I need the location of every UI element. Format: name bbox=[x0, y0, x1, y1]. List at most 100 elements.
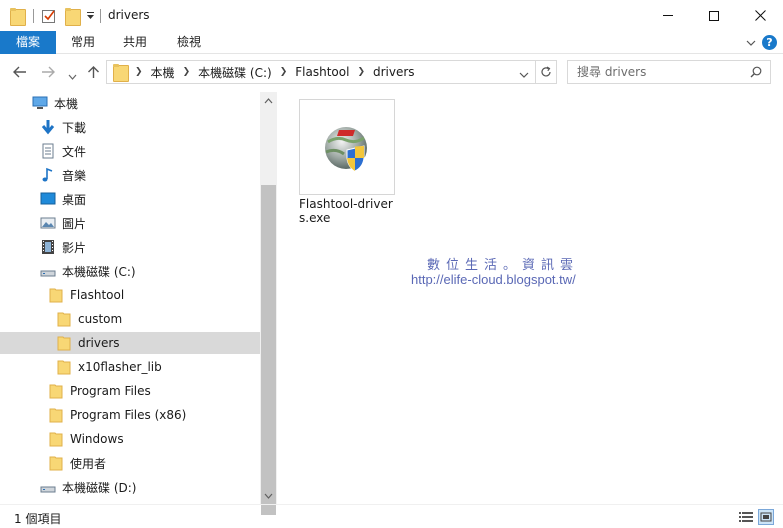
folder-icon bbox=[56, 335, 72, 351]
sidebar-item-label: drivers bbox=[78, 336, 120, 350]
sidebar-item[interactable]: Flashtool bbox=[0, 284, 260, 306]
folder-icon bbox=[113, 64, 129, 82]
tab-view[interactable]: 檢視 bbox=[164, 31, 214, 54]
breadcrumb-flashtool[interactable]: Flashtool bbox=[295, 65, 349, 79]
sidebar-item[interactable]: 本機 bbox=[0, 92, 260, 114]
sidebar-item[interactable]: 本機磁碟 (D:) bbox=[0, 476, 260, 498]
details-view-button[interactable] bbox=[738, 509, 754, 525]
file-name[interactable]: Flashtool-drivers.exe bbox=[299, 197, 395, 225]
divider bbox=[33, 9, 34, 23]
sidebar-item[interactable]: 圖片 bbox=[0, 212, 260, 234]
scroll-thumb[interactable] bbox=[261, 185, 276, 515]
address-history-button[interactable] bbox=[519, 68, 529, 82]
large-icons-view-button[interactable] bbox=[758, 509, 774, 525]
maximize-icon bbox=[709, 10, 719, 21]
expand-ribbon-button[interactable] bbox=[746, 37, 756, 47]
tab-home[interactable]: 常用 bbox=[58, 31, 108, 54]
folder-icon bbox=[48, 407, 64, 423]
sidebar-item[interactable]: x10flasher_lib bbox=[0, 356, 260, 378]
chevron-right-icon[interactable]: ❯ bbox=[357, 67, 365, 77]
tab-share[interactable]: 共用 bbox=[110, 31, 160, 54]
chevron-down-icon bbox=[68, 74, 77, 80]
sidebar-item-label: Program Files bbox=[70, 384, 151, 398]
chevron-down-icon bbox=[87, 11, 94, 19]
sidebar-item[interactable]: 影片 bbox=[0, 236, 260, 258]
back-button[interactable] bbox=[12, 65, 27, 82]
sidebar-item[interactable]: 文件 bbox=[0, 140, 260, 162]
folder-icon bbox=[56, 359, 72, 375]
minimize-button[interactable] bbox=[645, 0, 691, 31]
maximize-button[interactable] bbox=[691, 0, 737, 31]
sidebar-item[interactable]: 桌面 bbox=[0, 188, 260, 210]
sidebar-item[interactable]: drivers bbox=[0, 332, 260, 354]
sidebar-item-label: 文件 bbox=[62, 144, 87, 159]
sidebar-item[interactable]: Program Files bbox=[0, 380, 260, 402]
chevron-up-icon bbox=[264, 97, 273, 103]
sidebar-item[interactable]: 本機磁碟 (C:) bbox=[0, 260, 260, 282]
recent-locations-button[interactable] bbox=[68, 68, 77, 84]
chevron-right-icon[interactable]: ❯ bbox=[280, 67, 288, 77]
nav-scrollbar[interactable] bbox=[260, 92, 277, 515]
sidebar-item[interactable]: 音樂 bbox=[0, 164, 260, 186]
nsis-installer-icon bbox=[325, 127, 367, 172]
sidebar-item[interactable]: custom bbox=[0, 308, 260, 330]
up-button[interactable] bbox=[87, 65, 100, 82]
sidebar-item-label: x10flasher_lib bbox=[78, 360, 162, 374]
sidebar-item-label: 桌面 bbox=[62, 192, 87, 207]
chevron-down-icon bbox=[264, 493, 273, 499]
file-thumbnail[interactable] bbox=[299, 99, 395, 195]
refresh-button[interactable] bbox=[536, 60, 557, 84]
properties-button[interactable] bbox=[41, 0, 57, 31]
sidebar-item-label: custom bbox=[78, 312, 123, 326]
watermark-url: http://elife-cloud.blogspot.tw/ bbox=[411, 272, 576, 287]
status-bar: 1 個項目 bbox=[0, 504, 783, 528]
sidebar-item-label: 影片 bbox=[62, 240, 87, 255]
close-button[interactable] bbox=[737, 0, 783, 31]
sidebar-item-label: Flashtool bbox=[70, 288, 125, 302]
sidebar-item-label: Program Files (x86) bbox=[70, 408, 187, 422]
scroll-down-button[interactable] bbox=[260, 487, 277, 504]
up-arrow-icon bbox=[88, 66, 99, 78]
customize-toolbar-button[interactable] bbox=[86, 0, 95, 31]
new-folder-button[interactable] bbox=[65, 0, 81, 31]
tab-file[interactable]: 檔案 bbox=[0, 31, 56, 54]
chevron-right-icon[interactable]: ❯ bbox=[135, 67, 143, 77]
search-icon[interactable] bbox=[750, 66, 762, 78]
sidebar-item-label: 本機磁碟 (D:) bbox=[62, 480, 137, 495]
sidebar-item[interactable]: Windows bbox=[0, 428, 260, 450]
sidebar-item[interactable]: Program Files (x86) bbox=[0, 404, 260, 426]
forward-button[interactable] bbox=[41, 65, 56, 82]
search-input[interactable] bbox=[577, 65, 747, 79]
computer-icon bbox=[32, 95, 48, 111]
sidebar-item-label: 使用者 bbox=[70, 456, 107, 471]
download-icon bbox=[40, 119, 56, 135]
item-count: 1 個項目 bbox=[14, 512, 62, 526]
folder-icon bbox=[48, 287, 64, 303]
videos-icon bbox=[40, 239, 56, 255]
scroll-up-button[interactable] bbox=[260, 92, 277, 109]
navigation-pane: 本機 下載文件音樂桌面圖片影片本機磁碟 (C:) Flashtool custom dr… bbox=[0, 92, 260, 504]
sidebar-item-label: Windows bbox=[70, 432, 124, 446]
chevron-down-icon bbox=[519, 72, 529, 78]
breadcrumb-drivers[interactable]: drivers bbox=[373, 65, 415, 79]
chevron-down-icon bbox=[746, 40, 756, 46]
help-button[interactable]: ? bbox=[762, 35, 777, 50]
minimize-icon bbox=[663, 15, 673, 16]
sidebar-item[interactable]: 使用者 bbox=[0, 452, 260, 474]
pictures-icon bbox=[40, 215, 56, 231]
address-bar[interactable]: ❯ 本機 ❯ 本機磁碟 (C:) ❯ Flashtool ❯ drivers bbox=[106, 60, 536, 84]
address-row: ❯ 本機 ❯ 本機磁碟 (C:) ❯ Flashtool ❯ drivers bbox=[0, 54, 783, 92]
breadcrumb-local-disk-c[interactable]: 本機磁碟 (C:) bbox=[198, 64, 272, 81]
search-box[interactable] bbox=[567, 60, 771, 84]
large-icons-view-icon bbox=[760, 512, 772, 522]
ribbon-tabs: 檔案 常用 共用 檢視 ? bbox=[0, 31, 783, 54]
folder-icon bbox=[48, 431, 64, 447]
file-item[interactable]: Flashtool-drivers.exe bbox=[299, 99, 395, 225]
close-icon bbox=[754, 10, 766, 21]
breadcrumb-this-pc[interactable]: 本機 bbox=[151, 64, 175, 81]
back-arrow-icon bbox=[13, 66, 26, 78]
chevron-right-icon[interactable]: ❯ bbox=[183, 67, 191, 77]
sidebar-item[interactable]: 下載 bbox=[0, 116, 260, 138]
desktop-icon bbox=[40, 191, 56, 207]
sidebar-item-label: 音樂 bbox=[62, 168, 87, 183]
